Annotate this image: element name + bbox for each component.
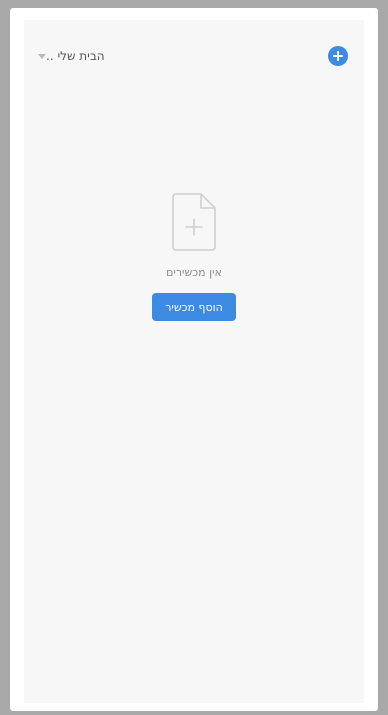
add-device-button[interactable]: הוסף מכשיר (152, 293, 236, 321)
plus-icon-vertical (337, 51, 339, 61)
no-devices-message: אין מכשירים (166, 266, 222, 279)
caret-down-icon (38, 54, 46, 59)
empty-state: אין מכשירים הוסף מכשיר (24, 192, 364, 321)
add-button[interactable] (328, 46, 348, 66)
top-bar: הבית שלי .. (24, 20, 364, 80)
home-title: הבית שלי .. (46, 49, 105, 63)
add-file-icon (172, 193, 216, 251)
device-frame: הבית שלי .. אין מכשירים הוסף מכשיר (10, 8, 378, 711)
home-selector[interactable]: הבית שלי .. (34, 48, 105, 64)
app-screen: הבית שלי .. אין מכשירים הוסף מכשיר (24, 20, 364, 703)
